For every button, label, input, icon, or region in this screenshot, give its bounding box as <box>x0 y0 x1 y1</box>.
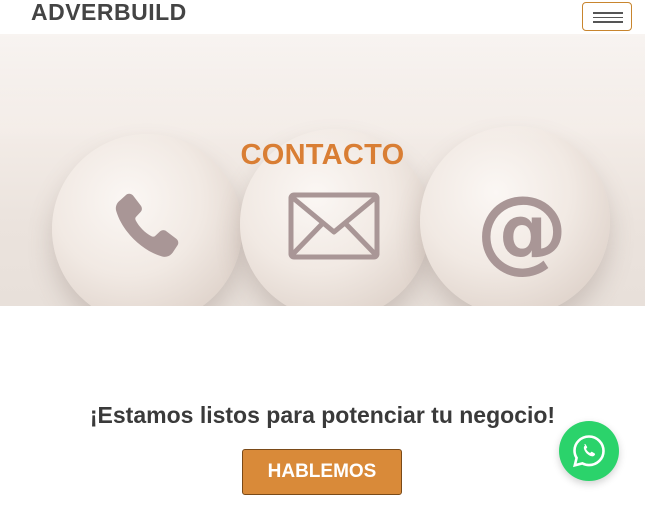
hamburger-bar <box>593 21 623 23</box>
hero-haze <box>0 34 645 144</box>
whatsapp-icon <box>573 435 605 468</box>
at-sign-icon: @ <box>476 176 568 283</box>
hamburger-menu-icon <box>593 12 623 14</box>
phone-icon <box>115 193 179 257</box>
envelope-icon <box>288 192 380 260</box>
page-title: CONTACTO <box>240 139 405 171</box>
hamburger-bar <box>593 16 623 18</box>
hablemos-button[interactable]: HABLEMOS <box>242 449 402 495</box>
hamburger-menu-button[interactable] <box>582 2 632 31</box>
contact-hero-banner: CONTACTO @ <box>0 34 645 306</box>
whatsapp-chat-button[interactable] <box>559 421 619 481</box>
site-header: ADVERBUILD <box>0 0 645 34</box>
cta-heading: ¡Estamos listos para potenciar tu negoci… <box>89 402 556 428</box>
logo[interactable]: ADVERBUILD <box>31 0 187 24</box>
